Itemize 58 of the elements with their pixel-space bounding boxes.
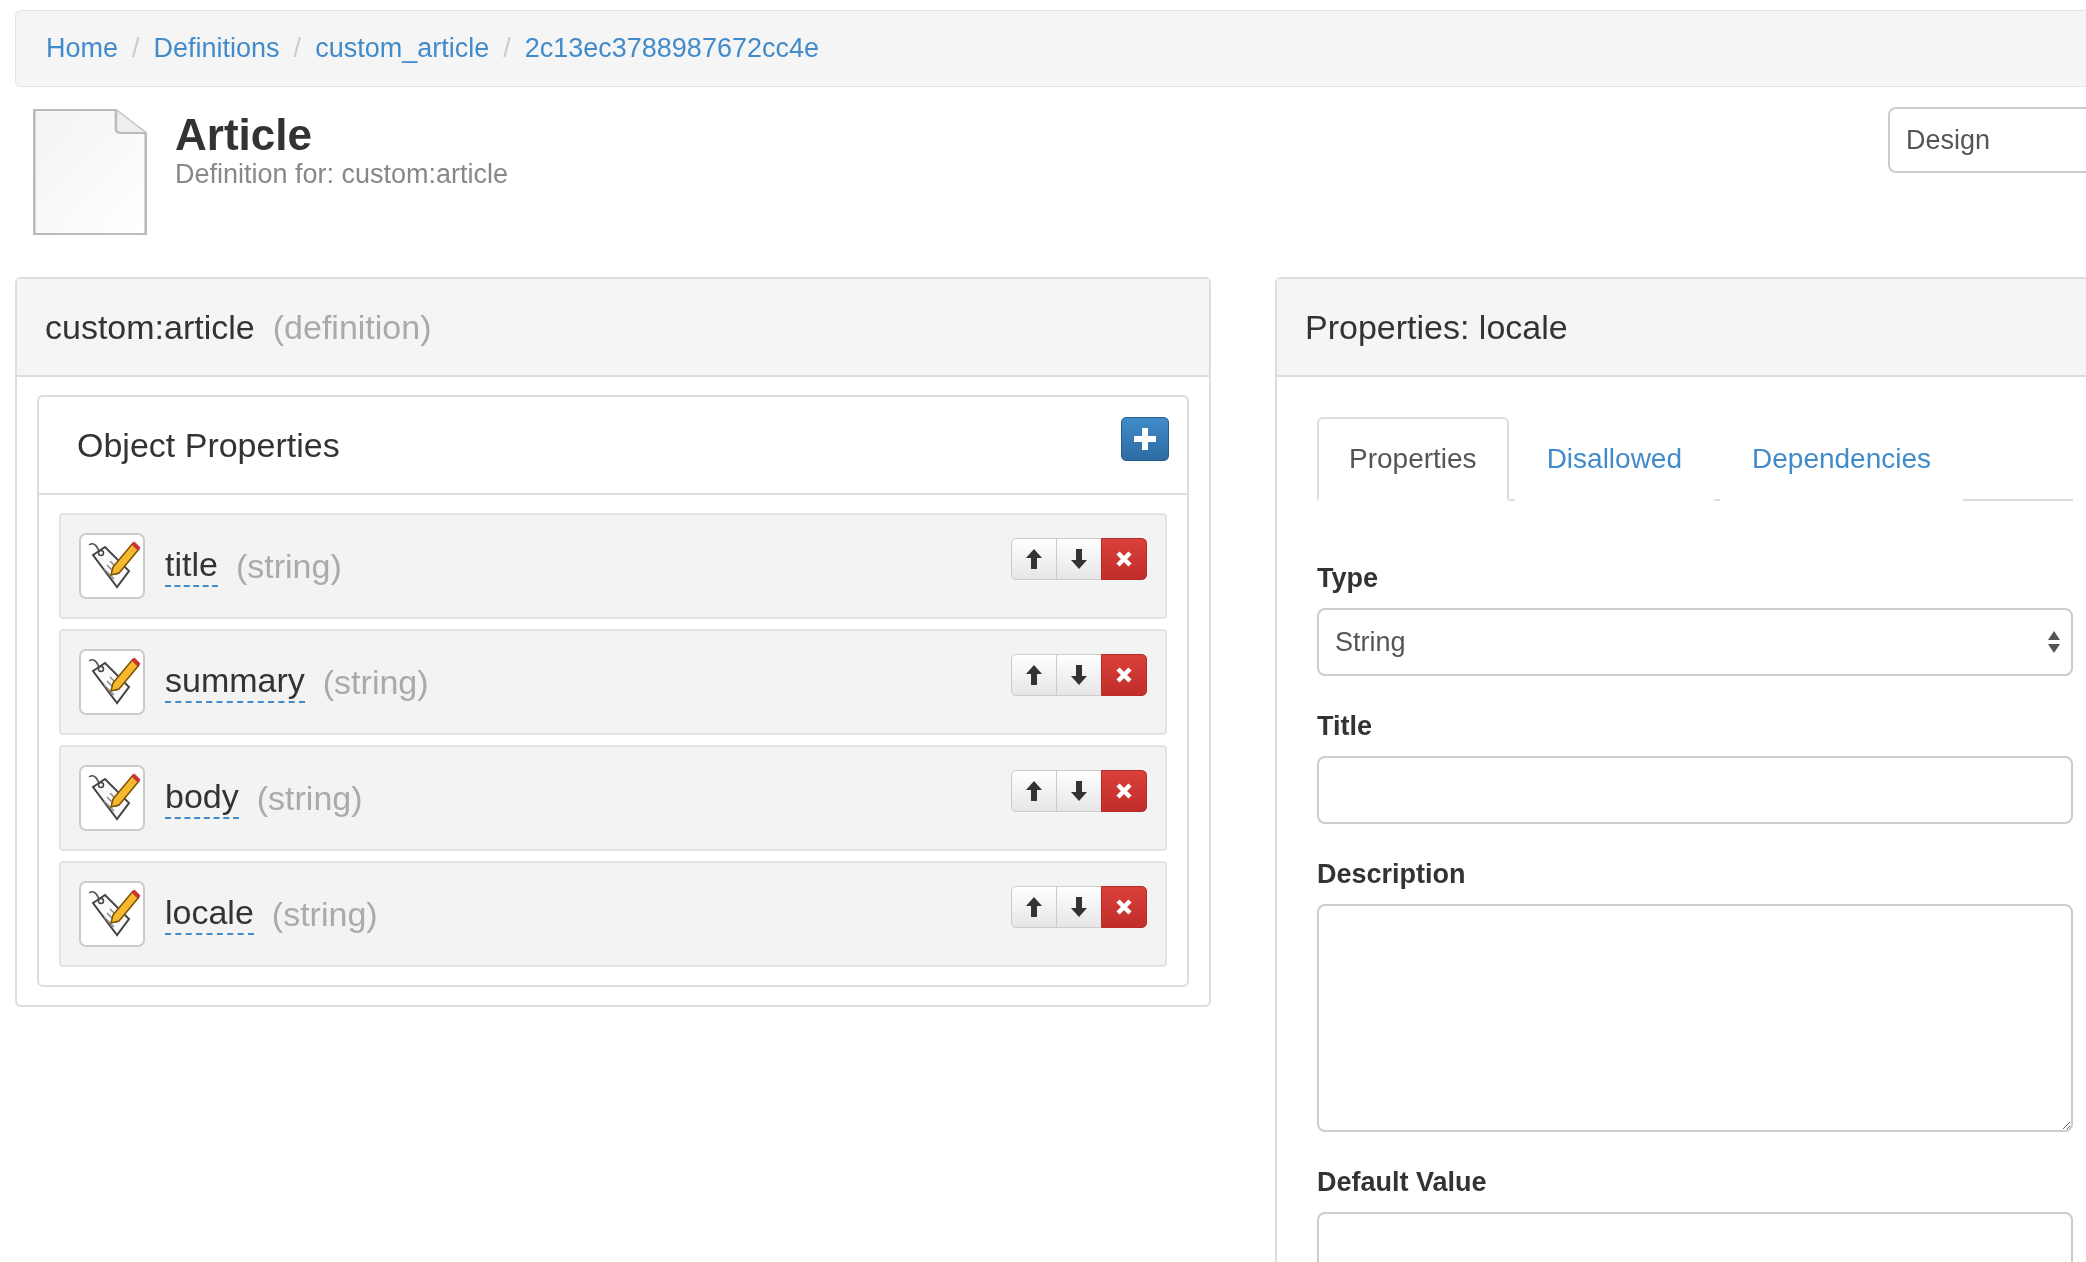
field-label: Type — [1317, 563, 1379, 594]
property-type: (string) — [256, 778, 363, 818]
property-name-link[interactable]: summary — [165, 661, 305, 703]
breadcrumb-separator: / — [293, 33, 302, 64]
field-label: Title — [1317, 711, 1373, 742]
down-arrow-icon — [1070, 548, 1088, 570]
panel-title: Properties: locale — [1305, 307, 1568, 347]
remove-button[interactable] — [1101, 654, 1147, 696]
up-arrow-icon — [1025, 780, 1043, 802]
property-type: (string) — [322, 662, 429, 702]
move-up-button[interactable] — [1011, 886, 1057, 928]
remove-button[interactable] — [1101, 538, 1147, 580]
tag-pencil-icon — [79, 533, 145, 599]
move-down-button[interactable] — [1056, 886, 1102, 928]
down-arrow-icon — [1070, 780, 1088, 802]
view-select[interactable]: Design — [1888, 107, 2086, 173]
tag-pencil-icon — [79, 649, 145, 715]
property-type: (string) — [271, 894, 378, 934]
close-icon — [1115, 666, 1133, 684]
up-arrow-icon — [1025, 896, 1043, 918]
tag-pencil-icon — [79, 881, 145, 947]
remove-button[interactable] — [1101, 770, 1147, 812]
property-type: (string) — [235, 546, 342, 586]
panel-qualifier: (definition) — [272, 307, 432, 347]
close-icon — [1115, 550, 1133, 568]
breadcrumb-separator: / — [132, 33, 140, 64]
move-down-button[interactable] — [1056, 654, 1102, 696]
down-arrow-icon — [1070, 664, 1088, 686]
remove-button[interactable] — [1101, 886, 1147, 928]
select-arrows-icon — [2047, 630, 2061, 654]
move-up-button[interactable] — [1011, 654, 1057, 696]
panel-title: custom:article — [45, 307, 255, 347]
property-name-link[interactable]: title — [165, 545, 218, 587]
section-title: Object Properties — [77, 425, 340, 465]
breadcrumb-separator: / — [503, 33, 511, 64]
property-name-link[interactable]: body — [165, 777, 239, 819]
type-select[interactable]: String — [1317, 608, 2073, 676]
up-arrow-icon — [1025, 664, 1043, 686]
tag-pencil-icon — [79, 765, 145, 831]
move-up-button[interactable] — [1011, 538, 1057, 580]
move-up-button[interactable] — [1011, 770, 1057, 812]
text-input[interactable] — [1317, 756, 2073, 824]
text-input[interactable] — [1317, 1212, 2073, 1262]
down-arrow-icon — [1070, 896, 1088, 918]
move-down-button[interactable] — [1056, 538, 1102, 580]
add-button[interactable] — [1121, 417, 1169, 461]
page-subtitle: Definition for: custom:article — [175, 159, 509, 191]
field-label: Description — [1317, 859, 1467, 890]
close-icon — [1115, 898, 1133, 916]
close-icon — [1115, 782, 1133, 800]
property-name-link[interactable]: locale — [165, 893, 254, 935]
document-icon — [33, 109, 147, 235]
up-arrow-icon — [1025, 548, 1043, 570]
page-title: Article — [175, 111, 313, 160]
move-down-button[interactable] — [1056, 770, 1102, 812]
tab[interactable]: Properties — [1317, 417, 1509, 501]
field-label: Default Value — [1317, 1167, 1488, 1198]
plus-icon — [1134, 428, 1156, 450]
